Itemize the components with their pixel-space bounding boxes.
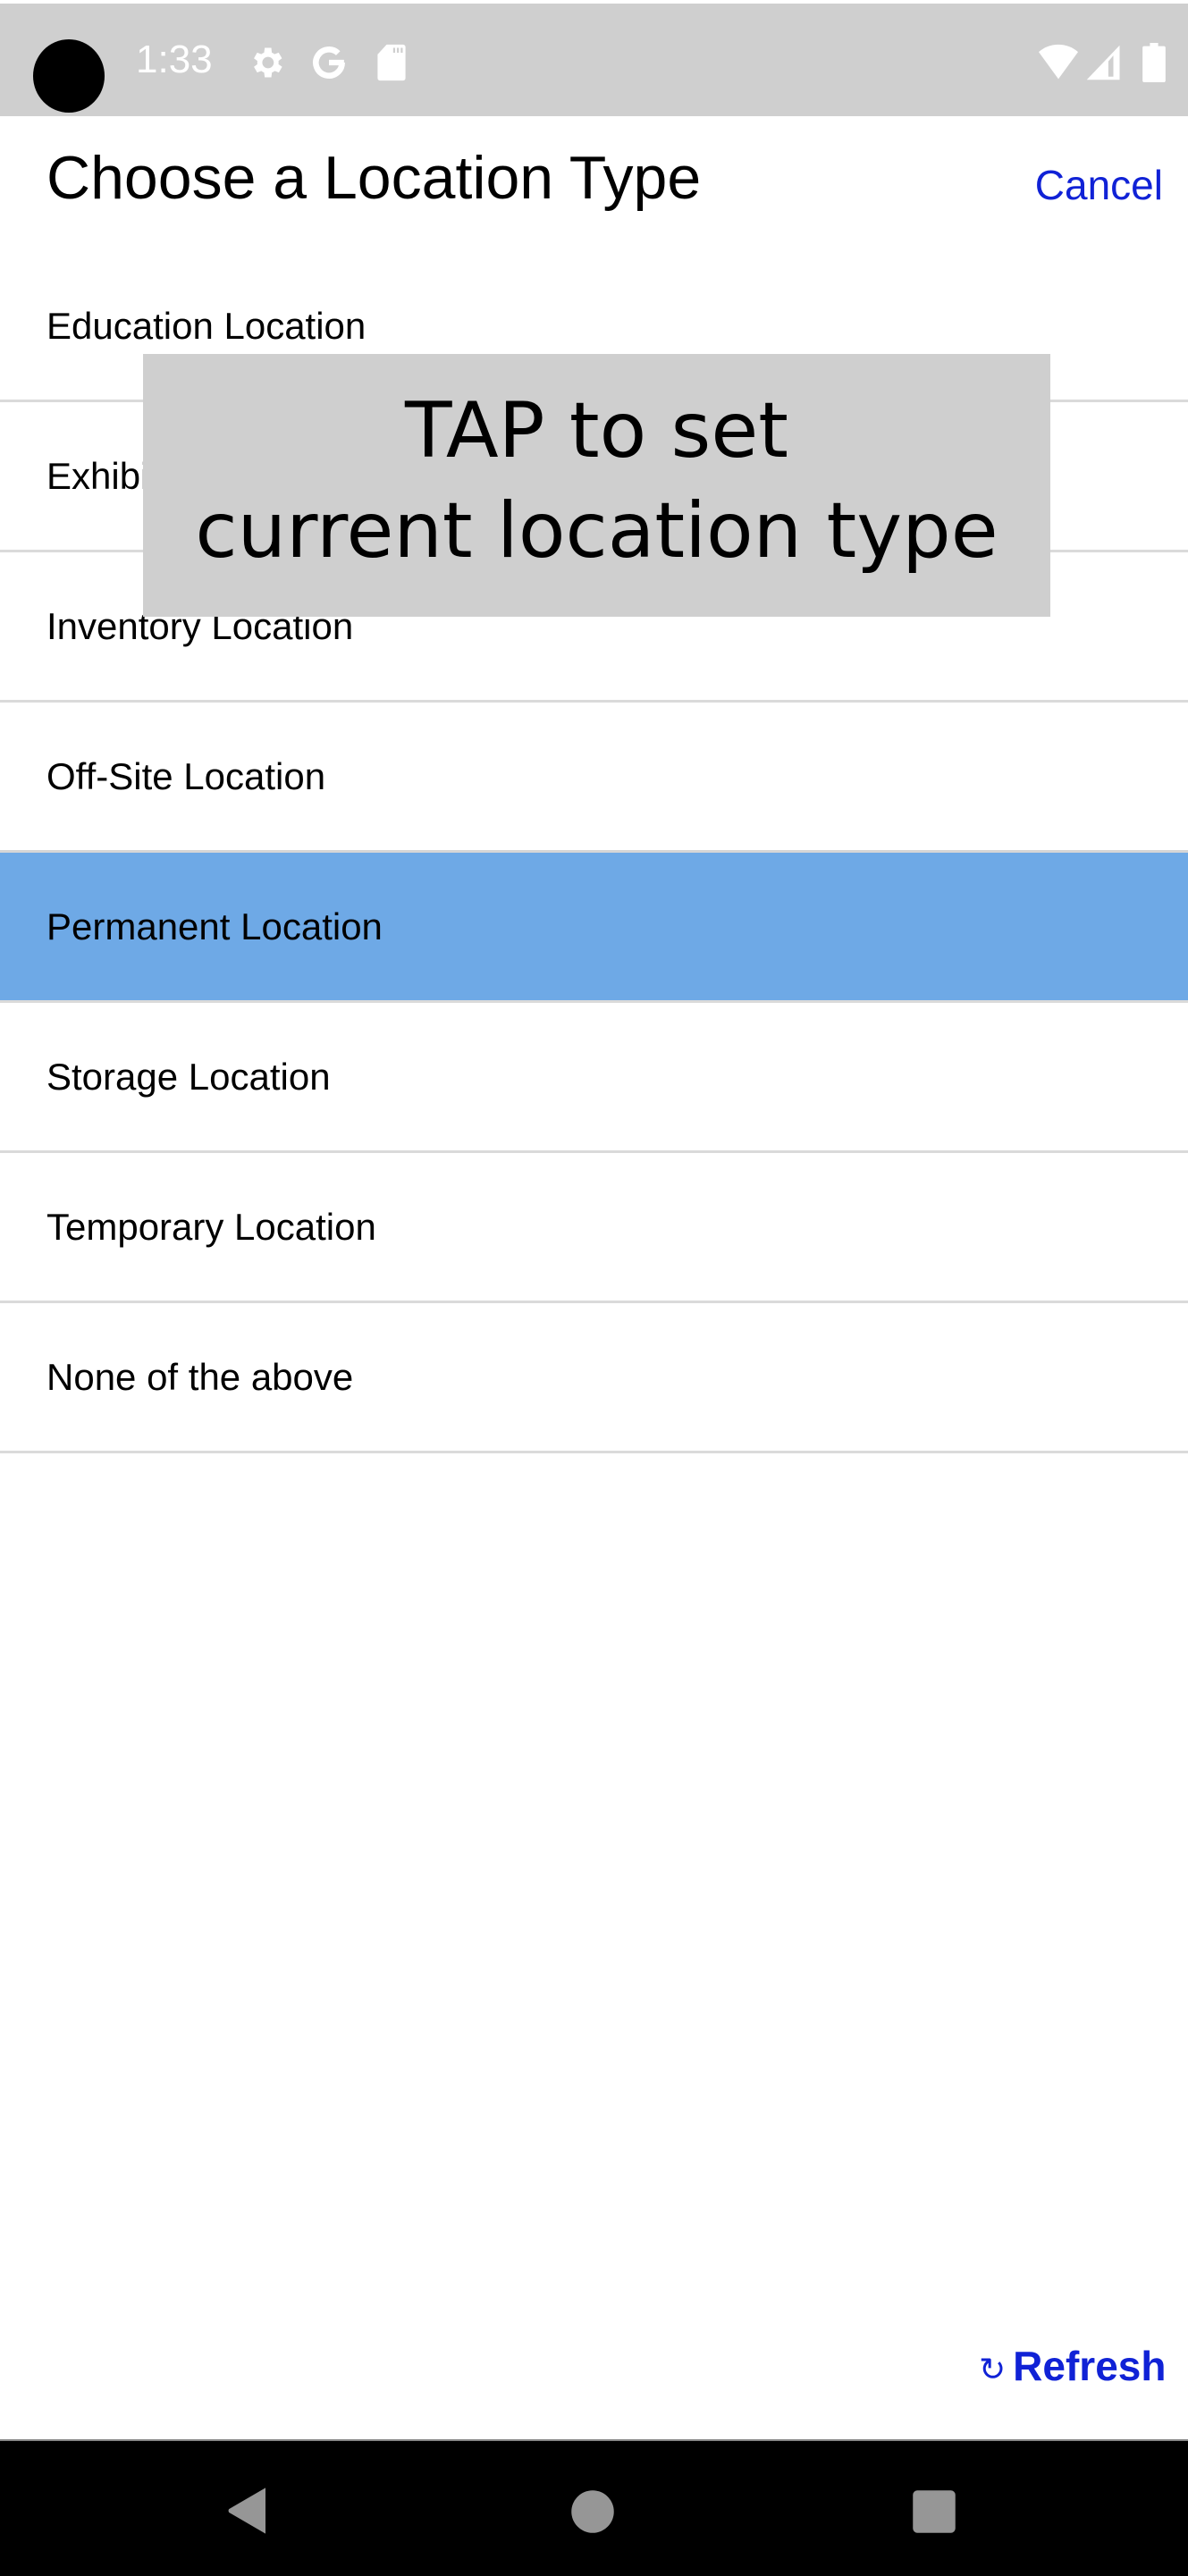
- list-item-permanent-location[interactable]: Permanent Location: [0, 850, 1188, 1003]
- status-bar: 1:33: [0, 4, 1188, 116]
- list-item-none-of-the-above[interactable]: None of the above: [0, 1303, 1188, 1453]
- refresh-button[interactable]: ↻ Refresh: [979, 2342, 1166, 2390]
- list-item-label: Temporary Location: [46, 1205, 376, 1248]
- list-item-off-site-location[interactable]: Off-Site Location: [0, 703, 1188, 853]
- list-item-label: Storage Location: [46, 1055, 331, 1098]
- overlay-line-2: current location type: [195, 486, 998, 576]
- tap-hint-overlay: TAP to set current location type: [143, 354, 1050, 617]
- list-item-label: Education Location: [46, 304, 367, 347]
- list-item-temporary-location[interactable]: Temporary Location: [0, 1153, 1188, 1303]
- list-item-label: Off-Site Location: [46, 754, 326, 797]
- list-item-label: None of the above: [46, 1355, 354, 1398]
- back-icon[interactable]: [223, 2486, 270, 2536]
- refresh-label: Refresh: [1013, 2343, 1167, 2389]
- overlay-line-1: TAP to set: [405, 386, 788, 476]
- google-icon: [313, 46, 345, 79]
- refresh-icon: ↻: [979, 2351, 1007, 2387]
- list-item-label: Permanent Location: [46, 905, 383, 947]
- cancel-button[interactable]: Cancel: [1035, 161, 1163, 209]
- home-icon[interactable]: [570, 2489, 615, 2534]
- page-title: Choose a Location Type: [46, 144, 702, 212]
- recents-icon[interactable]: [912, 2489, 956, 2534]
- cell-signal-icon: [1086, 45, 1120, 80]
- list-item-storage-location[interactable]: Storage Location: [0, 1003, 1188, 1153]
- navigation-bar: [0, 2439, 1188, 2576]
- camera-cutout: [33, 39, 105, 113]
- gear-icon: [254, 47, 282, 78]
- wifi-icon: [1039, 44, 1078, 80]
- sd-card-icon: [377, 44, 406, 81]
- battery-icon: [1142, 43, 1166, 82]
- status-time: 1:33: [136, 38, 213, 81]
